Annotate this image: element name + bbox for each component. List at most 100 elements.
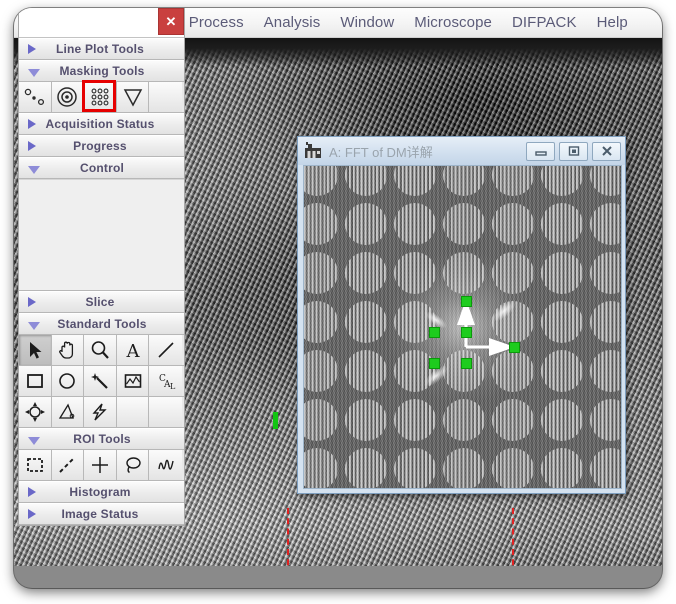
fft-bragg-spot — [590, 448, 622, 489]
fft-bragg-spot — [541, 350, 583, 392]
fft-bragg-spot — [443, 252, 485, 294]
fft-bragg-spot — [541, 448, 583, 489]
application-window: File Edit Object Process Analysis Window… — [14, 8, 662, 588]
mask-point[interactable] — [429, 327, 440, 338]
rectangle-roi-icon[interactable] — [19, 450, 52, 480]
angle-tool-icon[interactable] — [52, 397, 85, 427]
wedge-mask-icon[interactable] — [117, 82, 150, 112]
section-acquisition-status[interactable]: Acquisition Status — [19, 113, 184, 135]
lattice-mask-icon[interactable] — [84, 82, 117, 112]
empty-tool-slot — [117, 397, 150, 427]
fft-bragg-spot — [394, 252, 436, 294]
crosshair-move-icon[interactable] — [19, 397, 52, 427]
close-icon[interactable]: ✕ — [158, 8, 184, 35]
menu-item-process[interactable]: Process — [179, 8, 254, 38]
fft-bragg-spot — [541, 203, 583, 245]
empty-tool-slot — [149, 82, 182, 112]
lasso-roi-icon[interactable] — [117, 450, 150, 480]
fft-bragg-spot — [345, 203, 387, 245]
section-image-status[interactable]: Image Status — [19, 503, 184, 525]
fft-bragg-spot — [394, 448, 436, 489]
magic-wand-icon[interactable] — [84, 366, 117, 396]
section-label: Line Plot Tools — [36, 42, 164, 56]
menu-item-microscope[interactable]: Microscope — [404, 8, 502, 38]
point-roi-icon[interactable] — [84, 450, 117, 480]
palette-titlebar: ✕ — [19, 8, 184, 38]
fft-bragg-spot — [345, 301, 387, 343]
chevron-right-icon — [28, 44, 36, 54]
menu-item-analysis[interactable]: Analysis — [254, 8, 331, 38]
hand-pan-icon[interactable] — [52, 335, 85, 365]
standard-tools-row-1: A — [19, 335, 184, 366]
camera-fft-icon — [304, 142, 323, 160]
window-controls — [526, 142, 621, 161]
fft-bragg-spot — [345, 252, 387, 294]
section-label: ROI Tools — [40, 432, 164, 446]
fft-bragg-spot — [394, 203, 436, 245]
freehand-roi-icon[interactable] — [149, 450, 182, 480]
fft-bragg-spot — [443, 399, 485, 441]
fft-bragg-spot — [345, 350, 387, 392]
chevron-right-icon — [28, 297, 36, 307]
spots-mask-icon[interactable] — [19, 82, 52, 112]
fft-image-canvas[interactable] — [303, 165, 622, 489]
standard-tools-row-3 — [19, 397, 184, 428]
fft-titlebar[interactable]: A: FFT of DM详解 — [298, 137, 625, 165]
mask-point[interactable] — [461, 296, 472, 307]
fft-bragg-spot — [345, 448, 387, 489]
section-histogram[interactable]: Histogram — [19, 481, 184, 503]
section-slice[interactable]: Slice — [19, 291, 184, 313]
section-label: Slice — [36, 295, 164, 309]
chevron-down-icon — [28, 166, 40, 174]
section-label: Control — [40, 161, 164, 175]
annulus-mask-icon[interactable] — [52, 82, 85, 112]
ellipse-tool-icon[interactable] — [52, 366, 85, 396]
mask-point[interactable] — [461, 358, 472, 369]
dashed-marker-line-right — [512, 508, 514, 566]
fft-bragg-spot — [303, 448, 338, 489]
maximize-button[interactable] — [559, 142, 588, 161]
close-button[interactable] — [592, 142, 621, 161]
section-roi-tools[interactable]: ROI Tools — [19, 428, 184, 450]
picture-survey-icon[interactable] — [117, 366, 150, 396]
fft-bragg-spot — [541, 399, 583, 441]
svg-text:L: L — [170, 382, 176, 391]
fft-window[interactable]: A: FFT of DM详解 — [297, 136, 626, 494]
minimize-button[interactable] — [526, 142, 555, 161]
magnifier-zoom-icon[interactable] — [84, 335, 117, 365]
chevron-right-icon — [28, 119, 36, 129]
menu-item-help[interactable]: Help — [587, 8, 638, 38]
screenshot-root: File Edit Object Process Analysis Window… — [0, 0, 676, 604]
dashed-marker-line-left — [287, 508, 289, 566]
empty-tool-slot — [149, 397, 182, 427]
mask-point[interactable] — [509, 342, 520, 353]
line-tool-icon[interactable] — [149, 335, 182, 365]
pointer-arrow-icon[interactable] — [19, 335, 52, 365]
svg-text:A: A — [125, 341, 140, 361]
section-masking-tools[interactable]: Masking Tools — [19, 60, 184, 82]
section-label: Image Status — [36, 507, 164, 521]
section-control[interactable]: Control — [19, 157, 184, 179]
section-label: Histogram — [36, 485, 164, 499]
fft-bragg-spot — [394, 399, 436, 441]
mask-point[interactable] — [461, 327, 472, 338]
section-standard-tools[interactable]: Standard Tools — [19, 313, 184, 335]
chevron-right-icon — [28, 487, 36, 497]
fft-bragg-spot — [345, 399, 387, 441]
green-edge-marker[interactable] — [273, 412, 278, 429]
menu-item-window[interactable]: Window — [330, 8, 404, 38]
section-line-plot-tools[interactable]: Line Plot Tools — [19, 38, 184, 60]
section-progress[interactable]: Progress — [19, 135, 184, 157]
rectangle-tool-icon[interactable] — [19, 366, 52, 396]
tool-palette: ✕ Line Plot Tools Masking Tools — [18, 8, 185, 526]
text-tool-icon[interactable]: A — [117, 335, 150, 365]
lightning-tool-icon[interactable] — [84, 397, 117, 427]
chevron-right-icon — [28, 509, 36, 519]
line-roi-icon[interactable] — [52, 450, 85, 480]
menu-item-difpack[interactable]: DIFPACK — [502, 8, 587, 38]
mask-point[interactable] — [429, 358, 440, 369]
chevron-down-icon — [28, 437, 40, 445]
section-label: Progress — [36, 139, 164, 153]
fft-bragg-spot — [443, 448, 485, 489]
cal-tool-icon[interactable]: C A L — [149, 366, 182, 396]
